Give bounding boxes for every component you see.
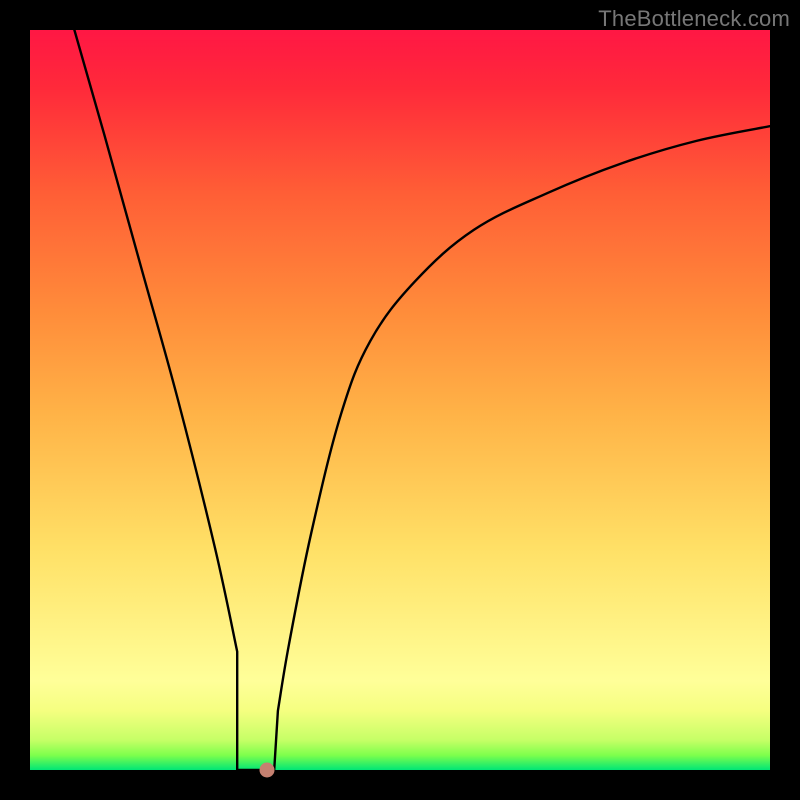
plot-area <box>30 30 770 770</box>
watermark-text: TheBottleneck.com <box>598 6 790 32</box>
chart-frame: TheBottleneck.com <box>0 0 800 800</box>
bottleneck-curve <box>30 30 770 770</box>
